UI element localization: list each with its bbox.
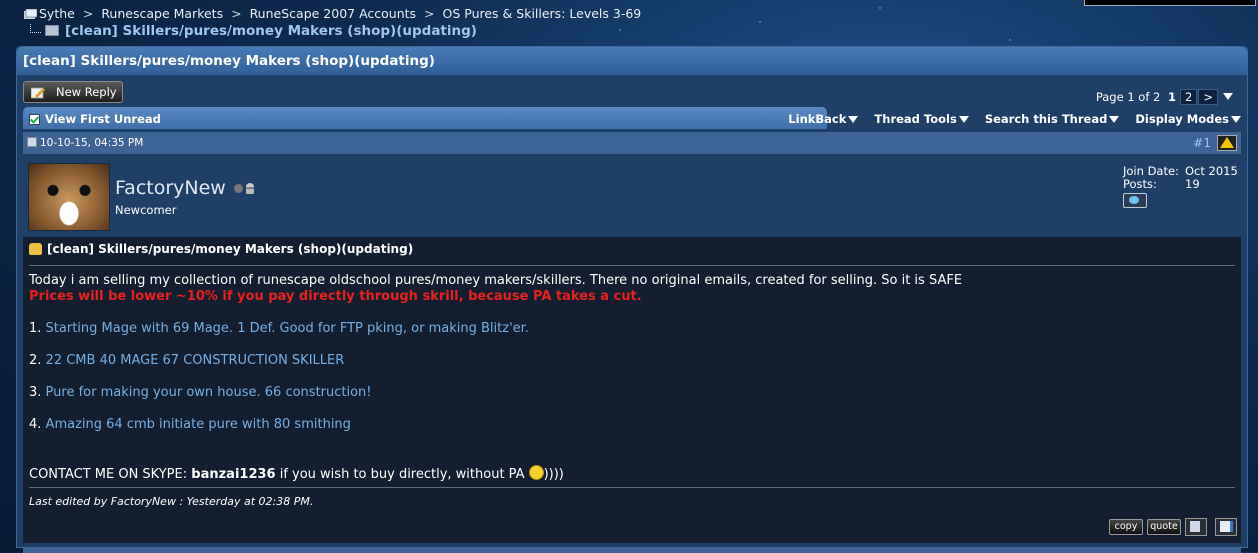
contact-prefix: CONTACT ME ON SKYPE: <box>29 467 192 482</box>
breadcrumb-link-2007-accounts[interactable]: RuneScape 2007 Accounts <box>250 6 417 21</box>
breadcrumb-link-os-pures[interactable]: OS Pures & Skillers: Levels 3-69 <box>443 6 642 21</box>
dropdown-arrow-icon <box>1109 116 1120 123</box>
current-page: 1 <box>1168 90 1177 104</box>
item-number: 2. <box>29 353 42 368</box>
linkback-menu[interactable]: LinkBack <box>788 107 859 131</box>
posts-value: 19 <box>1185 177 1200 191</box>
breadcrumb-separator: > <box>82 6 94 21</box>
next-post-strip <box>23 547 1241 553</box>
search-thread-label: Search this Thread <box>984 112 1108 126</box>
post-intro: Today i am selling my collection of rune… <box>29 273 963 288</box>
display-modes-label: Display Modes <box>1135 112 1229 126</box>
list-item: 2. 22 CMB 40 MAGE 67 CONSTRUCTION SKILLE… <box>29 353 344 368</box>
breadcrumb-link-runescape-markets[interactable]: Runescape Markets <box>101 6 223 21</box>
last-edited-note: Last edited by FactoryNew : Yesterday at… <box>29 495 314 508</box>
top-right-search-box[interactable] <box>1084 0 1256 6</box>
new-reply-button[interactable]: New Reply <box>23 81 123 103</box>
item-number: 3. <box>29 385 42 400</box>
list-item: 3. Pure for making your own house. 66 co… <box>29 385 372 400</box>
next-page-link[interactable]: > <box>1198 89 1218 105</box>
linkback-label: LinkBack <box>788 112 847 126</box>
panel-title: [clean] Skillers/pures/money Makers (sho… <box>17 47 1247 75</box>
post-date: 10-10-15, 04:35 PM <box>40 137 144 149</box>
pagination: Page 1 of 2 1 2 > <box>1096 89 1233 105</box>
page-label: Page 1 of 2 <box>1095 90 1161 104</box>
view-first-unread-tab[interactable]: View First Unread <box>23 107 827 129</box>
divider <box>29 487 1235 488</box>
checkbox-icon <box>29 114 40 125</box>
breadcrumb: Sythe > Runescape Markets > RuneScape 20… <box>24 6 641 21</box>
post-title-text: [clean] Skillers/pures/money Makers (sho… <box>47 242 414 256</box>
reply-pen-icon <box>30 85 45 99</box>
pagination-menu-arrow-icon[interactable] <box>1223 93 1233 100</box>
thread-crumb-title: [clean] Skillers/pures/money Makers (sho… <box>65 23 477 39</box>
item-text: Pure for making your own house. 66 const… <box>45 385 372 400</box>
edit-post-icon[interactable] <box>1215 518 1237 536</box>
item-text: Starting Mage with 69 Mage. 1 Def. Good … <box>45 321 529 336</box>
quote-button[interactable]: quote <box>1147 519 1181 535</box>
post-date-bar: 10-10-15, 04:35 PM #1 <box>23 132 1241 154</box>
contact-line: CONTACT ME ON SKYPE: banzai1236 if you w… <box>29 465 564 482</box>
offline-status-icon <box>233 184 243 193</box>
forum-home-icon[interactable] <box>24 7 38 19</box>
view-first-unread-label: View First Unread <box>45 112 161 126</box>
folder-icon <box>45 25 59 36</box>
contact-tail: )))) <box>543 467 564 482</box>
item-number: 4. <box>29 417 42 432</box>
current-thread-crumb: [clean] Skillers/pures/money Makers (sho… <box>30 23 477 39</box>
price-note: Prices will be lower ~10% if you pay dir… <box>29 289 642 304</box>
post-title: [clean] Skillers/pures/money Makers (sho… <box>29 242 413 256</box>
smile-emoji-icon <box>528 465 544 480</box>
dropdown-arrow-icon <box>848 116 859 123</box>
tree-connector-icon <box>30 24 41 33</box>
item-text: 22 CMB 40 MAGE 67 CONSTRUCTION SKILLER <box>45 353 345 368</box>
username-link[interactable]: FactoryNew <box>115 177 226 199</box>
dropdown-arrow-icon <box>958 116 969 123</box>
thread-panel: [clean] Skillers/pures/money Makers (sho… <box>16 46 1248 553</box>
post-icon <box>27 137 37 147</box>
post-number-link[interactable]: #1 <box>1193 132 1211 154</box>
item-number: 1. <box>29 321 42 336</box>
copy-button[interactable]: copy <box>1109 519 1143 535</box>
thread-tab-bar: View First Unread LinkBack Thread Tools … <box>23 107 1241 129</box>
thread-tools-dropdown[interactable]: Thread Tools <box>874 107 969 131</box>
list-item: 1. Starting Mage with 69 Mage. 1 Def. Go… <box>29 321 529 336</box>
thumbs-up-icon <box>29 243 42 255</box>
multi-quote-icon[interactable] <box>1185 518 1207 536</box>
skype-icon[interactable] <box>1123 193 1147 208</box>
posts-label: Posts: <box>1123 177 1157 191</box>
new-reply-label: New Reply <box>56 85 117 99</box>
report-warning-icon[interactable] <box>1217 135 1237 151</box>
avatar[interactable] <box>28 163 110 231</box>
thread-tools-label: Thread Tools <box>874 112 957 126</box>
search-thread-dropdown[interactable]: Search this Thread <box>985 107 1120 131</box>
user-stats: Join Date: Oct 2015 Posts: 19 <box>1123 165 1238 191</box>
item-text: Amazing 64 cmb initiate pure with 80 smi… <box>45 417 351 432</box>
thread-tools-menu: LinkBack Thread Tools Search this Thread… <box>776 107 1241 129</box>
skype-username: banzai1236 <box>191 467 276 482</box>
user-profile-icon <box>245 183 254 194</box>
post-body: [clean] Skillers/pures/money Makers (sho… <box>23 237 1241 543</box>
breadcrumb-link-sythe[interactable]: Sythe <box>39 6 75 21</box>
page-2-link[interactable]: 2 <box>1180 89 1198 105</box>
dropdown-arrow-icon <box>1231 116 1241 123</box>
breadcrumb-separator: > <box>231 6 242 21</box>
list-item: 4. Amazing 64 cmb initiate pure with 80 … <box>29 417 351 432</box>
contact-suffix: if you wish to buy directly, without PA <box>275 467 525 482</box>
user-rank: Newcomer <box>115 203 177 217</box>
username-block: FactoryNew <box>115 177 254 199</box>
divider <box>29 265 1235 266</box>
breadcrumb-separator: > <box>424 6 435 21</box>
user-info-row: FactoryNew Newcomer Join Date: Oct 2015 P… <box>23 157 1241 235</box>
display-modes-dropdown[interactable]: Display Modes <box>1135 107 1241 131</box>
